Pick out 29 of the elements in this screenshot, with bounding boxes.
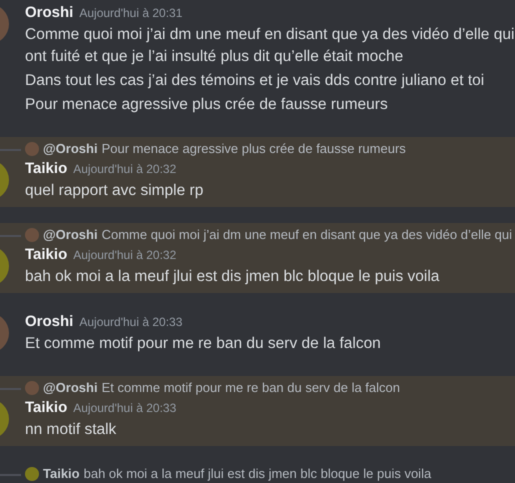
username[interactable]: Taikio: [25, 244, 68, 266]
message-text: quel rapport avc simple rp: [25, 181, 204, 201]
avatar[interactable]: [25, 466, 39, 480]
reply-author[interactable]: @Oroshi: [43, 141, 98, 156]
username[interactable]: Taikio: [25, 397, 68, 419]
avatar[interactable]: [25, 142, 39, 156]
message-text: nn motif stalk: [25, 420, 118, 440]
username[interactable]: Oroshi: [25, 311, 74, 333]
message-text: Comme quoi moi j’ai dm une meuf en disant que ya des vidéo d’elle qui ont fuité et que je l’ai insulté plus dit qu’elle était moche: [25, 25, 515, 67]
timestamp: Aujourd'hui à 20:31: [79, 5, 182, 22]
timestamp: Aujourd'hui à 20:33: [79, 314, 182, 331]
message-text: Et comme motif pour me re ban du serv de la falcon: [25, 334, 382, 354]
message-text: bah ok moi a la meuf jlui est dis jmen blc bloque le puis voila: [25, 267, 440, 287]
avatar[interactable]: [25, 380, 39, 394]
username[interactable]: Taikio: [25, 158, 68, 180]
reply-author[interactable]: @Oroshi: [43, 227, 98, 242]
username[interactable]: Oroshi: [25, 2, 74, 24]
timestamp: Aujourd'hui à 20:32: [73, 247, 176, 264]
message-text: Dans tout les cas j’ai des témoins et je vais dds contre juliano et toi: [25, 71, 486, 91]
message-text: Pour menace agressive plus crée de fausse rumeurs: [25, 95, 389, 115]
timestamp: Aujourd'hui à 20:32: [73, 161, 176, 178]
reply-preview[interactable]: Comme quoi moi j’ai dm une meuf en disant que ya des vidéo d’elle qui: [102, 227, 512, 242]
reply-preview[interactable]: Pour menace agressive plus crée de fausse rumeurs: [102, 141, 406, 156]
reply-author[interactable]: @Oroshi: [43, 380, 98, 395]
timestamp: Aujourd'hui à 20:33: [73, 400, 176, 417]
reply-preview[interactable]: Et comme motif pour me re ban du serv de la falcon: [102, 380, 400, 395]
avatar[interactable]: [25, 228, 39, 242]
reply-preview[interactable]: bah ok moi a la meuf jlui est dis jmen blc bloque le puis voila: [84, 466, 432, 481]
reply-author[interactable]: Taikio: [43, 466, 80, 481]
